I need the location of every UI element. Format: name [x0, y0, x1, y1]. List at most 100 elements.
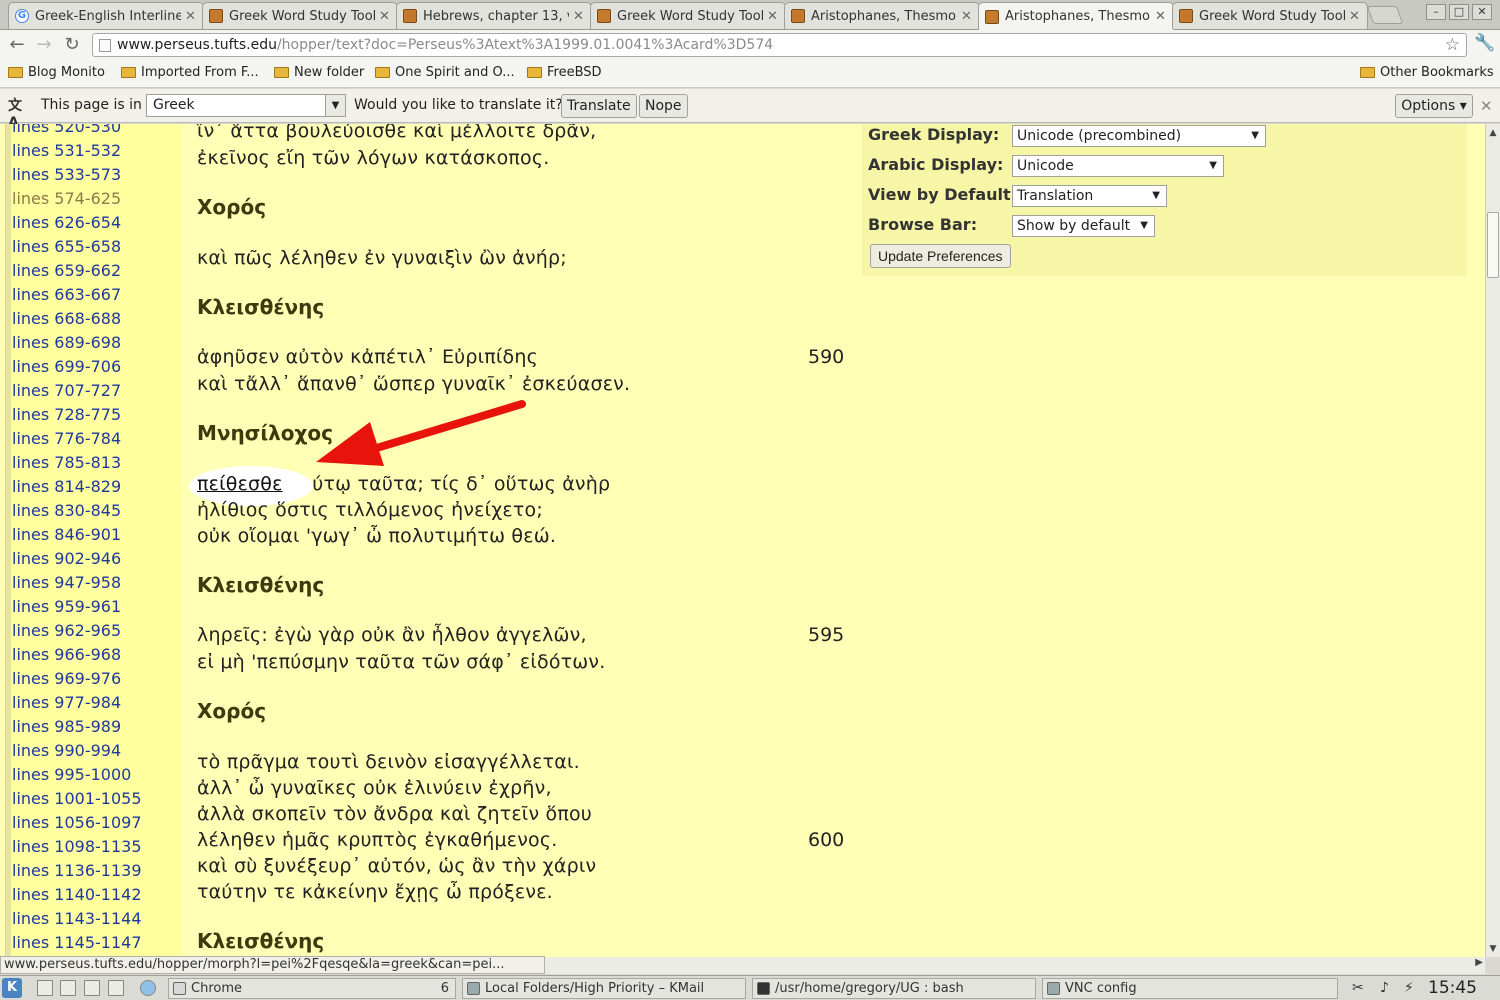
browse-bar-select[interactable]: Show by default ▼ — [1012, 215, 1155, 237]
wrench-icon[interactable]: 🔧 — [1474, 33, 1495, 53]
back-icon[interactable]: ← — [6, 34, 28, 56]
text-line[interactable]: ἠλίθιος ὅστις τιλλόμενος ἠνείχετο; — [197, 499, 543, 521]
section-link[interactable]: lines 902-946 — [12, 549, 121, 568]
new-tab-button[interactable] — [1366, 6, 1404, 24]
greek-display-select[interactable]: Unicode (precombined) ▼ — [1012, 125, 1266, 147]
arabic-display-select[interactable]: Unicode ▼ — [1012, 155, 1224, 177]
section-link[interactable]: lines 728-775 — [12, 405, 121, 424]
translate-button[interactable]: Translate — [561, 94, 637, 118]
section-link[interactable]: lines 830-845 — [12, 501, 121, 520]
language-select[interactable]: Greek ▼ — [146, 94, 346, 117]
text-line[interactable]: καὶ σὺ ξυνέξευρ᾽ αὐτόν, ὡς ἂν τὴν χάριν — [197, 855, 596, 877]
tab-word-study-1[interactable]: Greek Word Study Tool ✕ — [202, 2, 398, 29]
bookmark-star-icon[interactable]: ☆ — [1445, 34, 1460, 56]
text-line[interactable]: καὶ πῶς λέληθεν ἐν γυναιξὶν ὢν ἀνήρ; — [197, 247, 567, 269]
section-link[interactable]: lines 574-625 — [12, 189, 121, 208]
section-link[interactable]: lines 846-901 — [12, 525, 121, 544]
section-link[interactable]: lines 707-727 — [12, 381, 121, 400]
section-link[interactable]: lines 990-994 — [12, 741, 121, 760]
section-link[interactable]: lines 663-667 — [12, 285, 121, 304]
power-icon[interactable]: ⚡ — [1404, 980, 1414, 996]
tab-word-study-3[interactable]: Greek Word Study Tool ✕ — [1172, 2, 1368, 29]
section-link[interactable]: lines 531-532 — [12, 141, 121, 160]
section-link[interactable]: lines 776-784 — [12, 429, 121, 448]
tab-interlinear[interactable]: G Greek-English Interline ✕ — [8, 2, 204, 29]
task-chrome[interactable]: Chrome 6 — [168, 978, 456, 999]
tab-word-study-2[interactable]: Greek Word Study Tool ✕ — [590, 2, 786, 29]
section-link[interactable]: lines 985-989 — [12, 717, 121, 736]
text-line[interactable]: τὸ πρᾶγμα τουτὶ δεινὸν εἰσαγγέλλεται. — [197, 751, 580, 773]
section-link[interactable]: lines 1056-1097 — [12, 813, 142, 832]
scroll-down-icon[interactable]: ▼ — [1486, 942, 1500, 956]
scroll-thumb[interactable] — [1487, 212, 1499, 278]
text-line[interactable]: λέληθεν ἡμᾶς κρυπτὸς ἐγκαθήμενος. — [197, 829, 557, 851]
section-link[interactable]: lines 699-706 — [12, 357, 121, 376]
section-link[interactable]: lines 1140-1142 — [12, 885, 142, 904]
text-line[interactable]: οὐκ οἴομαι 'γωγ᾽ ὦ πολυτιμήτω θεώ. — [197, 525, 556, 547]
text-line[interactable]: ἀλλὰ σκοπεῖν τὸν ἄνδρα καὶ ζητεῖν ὅπου — [197, 803, 592, 825]
text-line[interactable]: ἀλλ᾽ ὦ γυναῖκες οὐκ ἐλινύειν ἐχρῆν, — [197, 777, 552, 799]
tab-hebrews[interactable]: Hebrews, chapter 13, v ✕ — [396, 2, 592, 29]
minimize-icon[interactable]: – — [1426, 4, 1446, 20]
text-line[interactable]: καὶ τἄλλ᾽ ἅπανθ᾽ ὥσπερ γυναῖκ᾽ ἐσκεύασεν… — [197, 373, 630, 395]
section-link[interactable]: lines 969-976 — [12, 669, 121, 688]
section-link[interactable]: lines 995-1000 — [12, 765, 131, 784]
view-default-select[interactable]: Translation ▼ — [1012, 185, 1167, 207]
close-icon[interactable]: ✕ — [185, 9, 197, 24]
text-line[interactable]: ληρεῖς: ἐγὼ γὰρ οὐκ ἂν ἦλθον ἀγγελῶν, — [197, 624, 587, 646]
network-icon[interactable] — [140, 980, 156, 996]
close-icon[interactable]: ✕ — [961, 9, 973, 24]
maximize-icon[interactable]: □ — [1449, 4, 1469, 20]
bookmark-freebsd[interactable]: FreeBSD — [527, 65, 602, 80]
section-link[interactable]: lines 947-958 — [12, 573, 121, 592]
other-bookmarks[interactable]: Other Bookmarks — [1360, 65, 1494, 80]
task-kmail[interactable]: Local Folders/High Priority – KMail — [462, 978, 746, 999]
vertical-scrollbar[interactable]: ▲ ▼ — [1485, 124, 1500, 957]
section-link[interactable]: lines 1001-1055 — [12, 789, 142, 808]
section-link[interactable]: lines 1145-1147 — [12, 933, 142, 952]
reload-icon[interactable]: ↻ — [61, 34, 83, 56]
section-link[interactable]: lines 1143-1144 — [12, 909, 142, 928]
file-manager-icon[interactable] — [108, 980, 124, 996]
pager-icon[interactable] — [84, 980, 100, 996]
section-link[interactable]: lines 785-813 — [12, 453, 121, 472]
window-close-icon[interactable]: ✕ — [1472, 4, 1492, 20]
section-link[interactable]: lines 977-984 — [12, 693, 121, 712]
section-link[interactable]: lines 626-654 — [12, 213, 121, 232]
clipboard-icon[interactable]: ✂ — [1352, 980, 1364, 996]
section-link[interactable]: lines 520-530 — [12, 124, 121, 136]
close-icon[interactable]: ✕ — [767, 9, 779, 24]
forward-icon[interactable]: → — [33, 34, 55, 56]
text-line[interactable]: ἵν᾽ ἅττα βουλεύοισθε καὶ μέλλοιτε δρᾶν, — [197, 124, 596, 142]
section-link[interactable]: lines 959-961 — [12, 597, 121, 616]
kde-menu-icon[interactable]: K — [2, 978, 22, 998]
text-line[interactable]: ἐκεῖνος εἴη τῶν λόγων κατάσκοπος. — [197, 147, 549, 169]
bookmark-new-folder[interactable]: New folder — [274, 65, 364, 80]
pager-icon[interactable] — [60, 980, 76, 996]
close-icon[interactable]: ✕ — [379, 9, 391, 24]
close-icon[interactable]: ✕ — [1349, 9, 1361, 24]
volume-icon[interactable]: ♪ — [1380, 980, 1389, 996]
close-icon[interactable]: ✕ — [1155, 9, 1167, 24]
scroll-up-icon[interactable]: ▲ — [1486, 126, 1500, 140]
section-link[interactable]: lines 966-968 — [12, 645, 121, 664]
scroll-right-icon[interactable]: ▶ — [1475, 957, 1483, 968]
address-bar[interactable]: www.perseus.tufts.edu/hopper/text?doc=Pe… — [92, 33, 1467, 57]
word-link-peithesthe[interactable]: πείθεσθε — [197, 473, 283, 495]
bookmark-blog-monitor[interactable]: Blog Monito — [8, 65, 105, 80]
bookmark-imported[interactable]: Imported From F... — [121, 65, 259, 80]
bookmark-one-spirit[interactable]: One Spirit and O... — [375, 65, 515, 80]
text-line[interactable]: εἰ μὴ 'πεπύσμην ταῦτα τῶν σάφ᾽ εἰδότων. — [197, 651, 605, 673]
section-link[interactable]: lines 659-662 — [12, 261, 121, 280]
horizontal-scrollbar[interactable]: ▶ — [545, 957, 1485, 974]
section-link[interactable]: lines 814-829 — [12, 477, 121, 496]
desktop-icon[interactable] — [37, 980, 53, 996]
text-line[interactable]: ἀφηῦσεν αὐτὸν κἀπέτιλ᾽ Εὐριπίδης — [197, 346, 538, 368]
section-link[interactable]: lines 689-698 — [12, 333, 121, 352]
section-link[interactable]: lines 962-965 — [12, 621, 121, 640]
task-vnc[interactable]: VNC config — [1042, 978, 1338, 999]
line-rest[interactable]: τούτῳ ταῦτα; τίς δ᾽ οὕτως ἀνὴρ — [283, 473, 611, 495]
tab-aristophanes-active[interactable]: Aristophanes, Thesmo ✕ — [978, 2, 1174, 30]
text-line[interactable]: ταύτην τε κἀκείνην ἔχῃς ὦ πρόξενε. — [197, 881, 553, 903]
tab-aristophanes-1[interactable]: Aristophanes, Thesmo ✕ — [784, 2, 980, 29]
